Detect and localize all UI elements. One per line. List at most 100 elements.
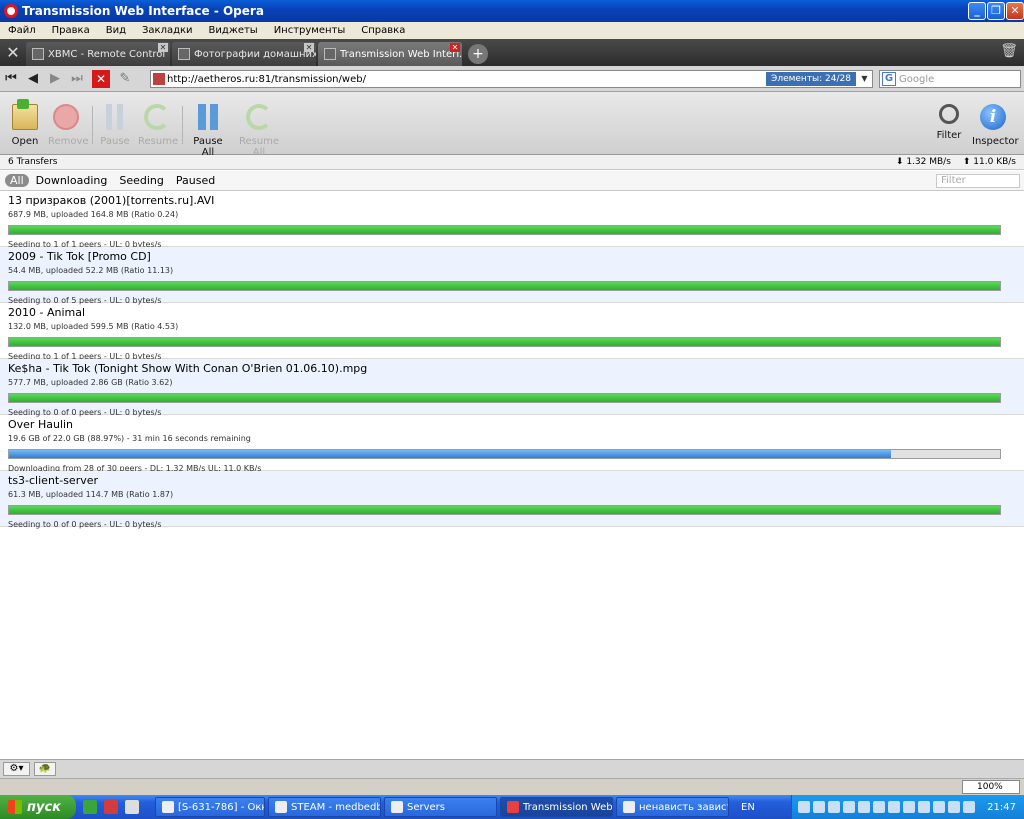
menu-edit[interactable]: Правка <box>44 25 98 36</box>
quicklaunch-icon[interactable] <box>83 800 97 814</box>
bluetooth-icon[interactable] <box>963 801 975 813</box>
maximize-button[interactable]: ❐ <box>987 2 1005 20</box>
torrent-name: 2010 - Animal <box>8 306 86 319</box>
tray-icon[interactable] <box>903 801 915 813</box>
pause-button[interactable]: Pause <box>100 104 130 147</box>
close-tab-icon[interactable]: ✕ <box>450 43 460 52</box>
tray-icon[interactable] <box>918 801 930 813</box>
torrent-row[interactable]: 13 призраков (2001)[torrents.ru].AVI 687.… <box>0 191 1024 249</box>
tray-icon[interactable] <box>828 801 840 813</box>
open-button[interactable]: Open <box>10 99 40 147</box>
torrent-info: 54.4 MB, uploaded 52.2 MB (Ratio 11.13) <box>8 266 174 275</box>
filter-label: Filter <box>936 130 962 141</box>
search-input[interactable]: G Google <box>879 70 1021 88</box>
minimize-button[interactable]: _ <box>968 2 986 20</box>
zoom-select[interactable]: 100% <box>962 780 1020 794</box>
close-tab-icon[interactable]: ✕ <box>158 43 168 52</box>
torrent-name: Over Haulin <box>8 418 74 431</box>
torrent-row[interactable]: 2009 - Tik Tok [Promo CD] 54.4 MB, upload… <box>0 247 1024 305</box>
menu-file[interactable]: Файл <box>0 25 44 36</box>
tray-icon[interactable] <box>843 801 855 813</box>
stop-icon[interactable]: ✕ <box>92 69 110 88</box>
close-window-button[interactable]: ✕ <box>1006 2 1024 20</box>
opera-logo-icon <box>4 4 18 18</box>
filter-paused[interactable]: Paused <box>171 174 220 187</box>
menu-widgets[interactable]: Виджеты <box>201 25 266 36</box>
progress-bar <box>8 337 1001 347</box>
browser-status-bar: 100% <box>0 778 1024 795</box>
start-button[interactable]: пуск <box>0 795 76 819</box>
fast-forward-icon[interactable]: ⏭ <box>66 68 88 90</box>
torrent-list: 13 призраков (2001)[torrents.ru].AVI 687.… <box>0 191 1024 529</box>
url-text: http://aetheros.ru:81/transmission/web/ <box>167 73 366 85</box>
transfer-count: 6 Transfers <box>8 157 58 167</box>
tray-icon[interactable] <box>948 801 960 813</box>
close-tab-icon[interactable]: ✕ <box>304 43 314 52</box>
torrent-row[interactable]: 2010 - Animal 132.0 MB, uploaded 599.5 MB… <box>0 303 1024 361</box>
tray-icon[interactable] <box>873 801 885 813</box>
torrent-info: 687.9 MB, uploaded 164.8 MB (Ratio 0.24) <box>8 210 179 219</box>
language-indicator[interactable]: EN <box>741 802 755 813</box>
opera-quicklaunch-icon[interactable] <box>104 800 118 814</box>
new-tab-button[interactable]: + <box>468 44 488 64</box>
torrent-row[interactable]: Ke$ha - Tik Tok (Tonight Show With Conan… <box>0 359 1024 417</box>
turtle-icon[interactable]: 🐢 <box>34 762 56 776</box>
filter-input[interactable]: Filter <box>936 174 1020 188</box>
torrent-row[interactable]: Over Haulin 19.6 GB of 22.0 GB (88.97%) -… <box>0 415 1024 473</box>
progress-fill <box>9 338 1000 346</box>
filter-all[interactable]: All <box>5 174 29 187</box>
task-label: ненависть завист... <box>639 801 728 813</box>
filter-downloading[interactable]: Downloading <box>31 174 113 187</box>
tab-label: Фотографии домашних... <box>194 48 316 60</box>
torrent-name: Ke$ha - Tik Tok (Tonight Show With Conan… <box>8 362 368 375</box>
gear-icon[interactable]: ⚙▾ <box>3 762 30 776</box>
task-button[interactable]: Servers <box>384 797 497 817</box>
trash-icon[interactable]: 🗑 <box>1000 43 1018 59</box>
window-title: Transmission Web Interface - Opera <box>22 4 264 18</box>
filter-bar: All Downloading Seeding Paused Filter <box>0 171 1024 191</box>
resume-all-icon <box>246 104 272 130</box>
tray-icon[interactable] <box>933 801 945 813</box>
steam-icon <box>391 801 403 813</box>
tools-icon[interactable]: ✕ <box>0 39 26 66</box>
tray-icon[interactable] <box>798 801 810 813</box>
pause-all-button[interactable]: Pause All <box>188 104 228 158</box>
window-icon <box>162 801 174 813</box>
toolbar-divider <box>182 106 183 144</box>
tab-transmission[interactable]: Transmission Web Interf... ✕ <box>318 42 462 66</box>
task-button[interactable]: ненависть завист... <box>616 797 729 817</box>
tray-icon[interactable] <box>813 801 825 813</box>
resume-button[interactable]: Resume <box>138 104 178 147</box>
url-input[interactable]: http://aetheros.ru:81/transmission/web/ … <box>150 70 873 88</box>
menu-view[interactable]: Вид <box>98 25 134 36</box>
opera-icon <box>507 801 519 813</box>
edit-icon[interactable]: ✎ <box>114 68 136 90</box>
back-icon[interactable]: ◀ <box>22 68 44 90</box>
tray-icon[interactable] <box>858 801 870 813</box>
resume-all-button[interactable]: Resume All <box>236 104 282 158</box>
tab-xbmc[interactable]: XBMC - Remote Control ✕ <box>26 42 170 66</box>
start-label: пуск <box>27 799 61 815</box>
torrent-row[interactable]: ts3-client-server 61.3 MB, uploaded 114.7… <box>0 471 1024 529</box>
resume-icon <box>144 104 170 130</box>
forward-icon[interactable]: ▶ <box>44 68 66 90</box>
open-label: Open <box>11 136 39 147</box>
tray-icon[interactable] <box>888 801 900 813</box>
tab-photos[interactable]: Фотографии домашних... ✕ <box>172 42 316 66</box>
menu-help[interactable]: Справка <box>353 25 413 36</box>
filter-button[interactable]: Filter <box>933 104 965 141</box>
filter-seeding[interactable]: Seeding <box>114 174 169 187</box>
task-button[interactable]: Transmission Web I... <box>500 797 613 817</box>
chevron-down-icon[interactable]: ▼ <box>858 72 871 86</box>
task-button[interactable]: [S-631-786] - Окн... <box>155 797 265 817</box>
remove-button[interactable]: Remove <box>48 104 89 147</box>
inspector-button[interactable]: i Inspector <box>972 104 1019 147</box>
address-bar: ⏮ ◀ ▶ ⏭ ✕ ✎ http://aetheros.ru:81/transm… <box>0 66 1024 92</box>
rewind-icon[interactable]: ⏮ <box>0 68 22 90</box>
menu-bookmarks[interactable]: Закладки <box>134 25 201 36</box>
menu-tools[interactable]: Инструменты <box>266 25 354 36</box>
quicklaunch-icon[interactable] <box>125 800 139 814</box>
content-blocker-badge[interactable]: Элементы: 24/28 <box>766 72 856 86</box>
page-icon <box>32 48 44 60</box>
task-button[interactable]: STEAM - medbedb812 <box>268 797 381 817</box>
